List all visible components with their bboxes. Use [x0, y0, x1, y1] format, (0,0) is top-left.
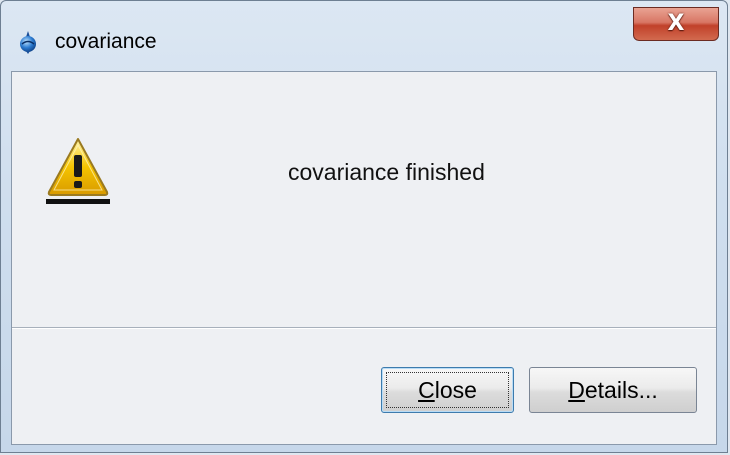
details-button-label: Details... [568, 377, 658, 404]
warning-icon [45, 136, 111, 206]
close-mnemonic: C [418, 376, 435, 403]
close-icon: X [667, 11, 685, 36]
close-button[interactable]: Close [381, 367, 514, 413]
details-button[interactable]: Details... [529, 367, 697, 413]
divider [12, 327, 716, 329]
window-close-button[interactable]: X [633, 7, 719, 41]
close-button-label: Close [418, 377, 477, 404]
window-title: covariance [55, 30, 157, 53]
close-label-rest: lose [434, 376, 477, 403]
dialog-window: covariance X covariance finished Close D… [0, 0, 728, 453]
title-bar[interactable]: covariance X [1, 1, 727, 79]
details-label-rest: etails... [584, 376, 658, 403]
app-icon [15, 29, 41, 55]
details-mnemonic: D [568, 376, 585, 403]
dialog-body: covariance finished Close Details... [11, 71, 717, 445]
dialog-message: covariance finished [288, 159, 485, 185]
